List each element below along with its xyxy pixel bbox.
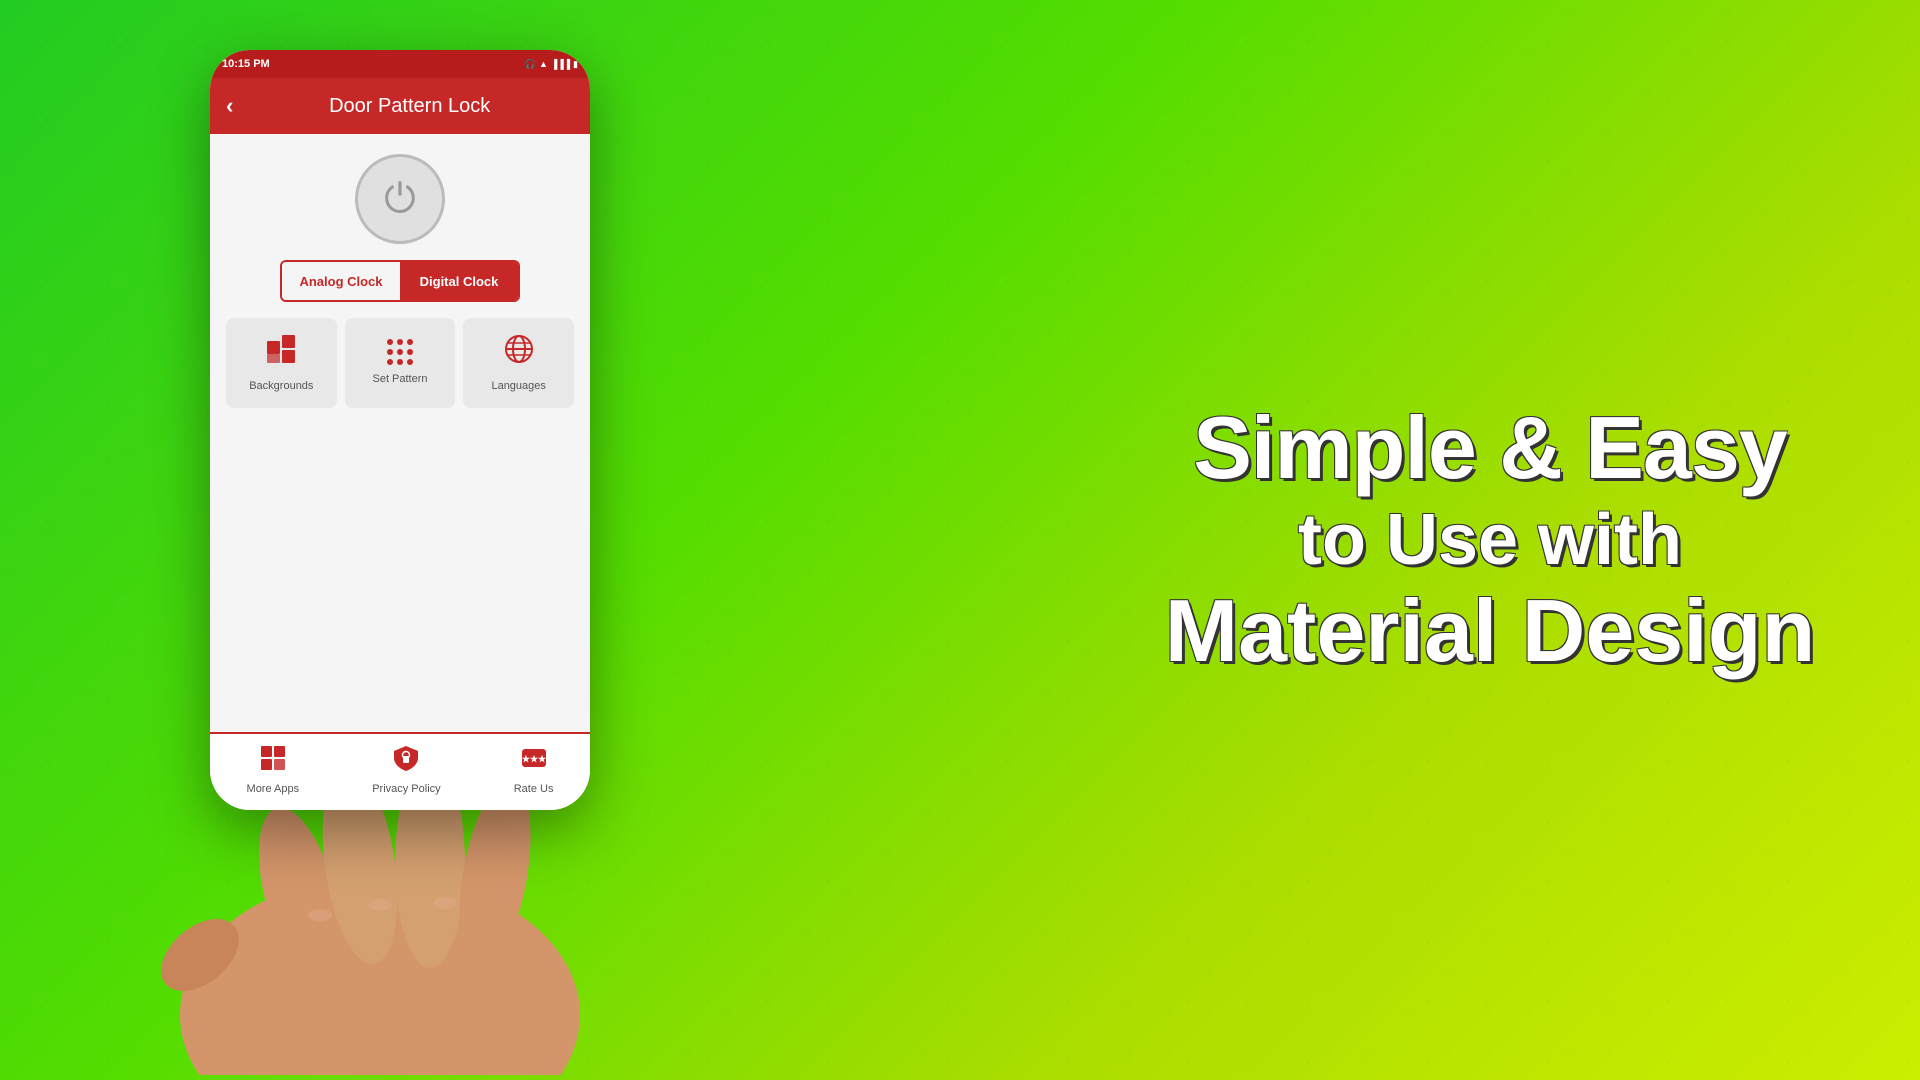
backgrounds-button[interactable]: Backgrounds — [226, 318, 337, 408]
phone-device: 10:15 PM 🎧 ▲ ▐▐▐ ▮ ‹ Door Pattern Lock ⏻ — [210, 50, 590, 810]
set-pattern-button[interactable]: Set Pattern — [345, 318, 456, 408]
app-content: ⏻ Analog Clock Digital Clock — [210, 134, 590, 732]
back-button[interactable]: ‹ — [226, 93, 233, 119]
set-pattern-label: Set Pattern — [372, 373, 427, 386]
analog-clock-button[interactable]: Analog Clock — [282, 262, 400, 300]
tagline-line3: Material Design — [1140, 583, 1840, 680]
battery-icon: ▮ — [573, 59, 578, 70]
languages-button[interactable]: Languages — [463, 318, 574, 408]
phone-wrapper: 10:15 PM 🎧 ▲ ▐▐▐ ▮ ‹ Door Pattern Lock ⏻ — [160, 20, 660, 1060]
backgrounds-label: Backgrounds — [249, 380, 313, 393]
privacy-policy-icon — [392, 744, 420, 779]
set-pattern-icon — [387, 339, 413, 365]
app-header: ‹ Door Pattern Lock — [210, 78, 590, 134]
more-apps-nav-item[interactable]: More Apps — [247, 744, 300, 796]
phone-screen: 10:15 PM 🎧 ▲ ▐▐▐ ▮ ‹ Door Pattern Lock ⏻ — [210, 50, 590, 810]
languages-icon — [503, 333, 535, 372]
more-apps-label: More Apps — [247, 783, 300, 796]
wifi-icon: ▲ — [539, 59, 548, 69]
app-title: Door Pattern Lock — [245, 95, 574, 118]
signal-icon: ▐▐▐ — [551, 59, 570, 69]
backgrounds-icon — [265, 333, 297, 372]
headphone-icon: 🎧 — [525, 59, 536, 70]
digital-clock-button[interactable]: Digital Clock — [400, 262, 518, 300]
privacy-policy-label: Privacy Policy — [372, 783, 440, 796]
more-apps-icon — [259, 744, 287, 779]
tagline-line1: Simple & Easy — [1140, 400, 1840, 497]
power-icon: ⏻ — [384, 179, 416, 219]
tagline-line2: to Use with — [1140, 497, 1840, 583]
status-time: 10:15 PM — [222, 58, 270, 70]
grid-buttons: Backgrounds Set Pattern — [226, 318, 574, 408]
rate-us-nav-item[interactable]: ★★★ Rate Us — [514, 744, 554, 796]
clock-toggle: Analog Clock Digital Clock — [280, 260, 520, 302]
bottom-nav: More Apps Privacy Policy — [210, 732, 590, 810]
svg-text:★★★: ★★★ — [521, 754, 546, 764]
status-icons: 🎧 ▲ ▐▐▐ ▮ — [525, 59, 578, 70]
rate-us-icon: ★★★ — [520, 744, 548, 779]
power-button[interactable]: ⏻ — [355, 154, 445, 244]
privacy-policy-nav-item[interactable]: Privacy Policy — [372, 744, 440, 796]
languages-label: Languages — [491, 380, 545, 393]
status-bar: 10:15 PM 🎧 ▲ ▐▐▐ ▮ — [210, 50, 590, 78]
rate-us-label: Rate Us — [514, 783, 554, 796]
tagline-container: Simple & Easy to Use with Material Desig… — [1140, 400, 1840, 680]
